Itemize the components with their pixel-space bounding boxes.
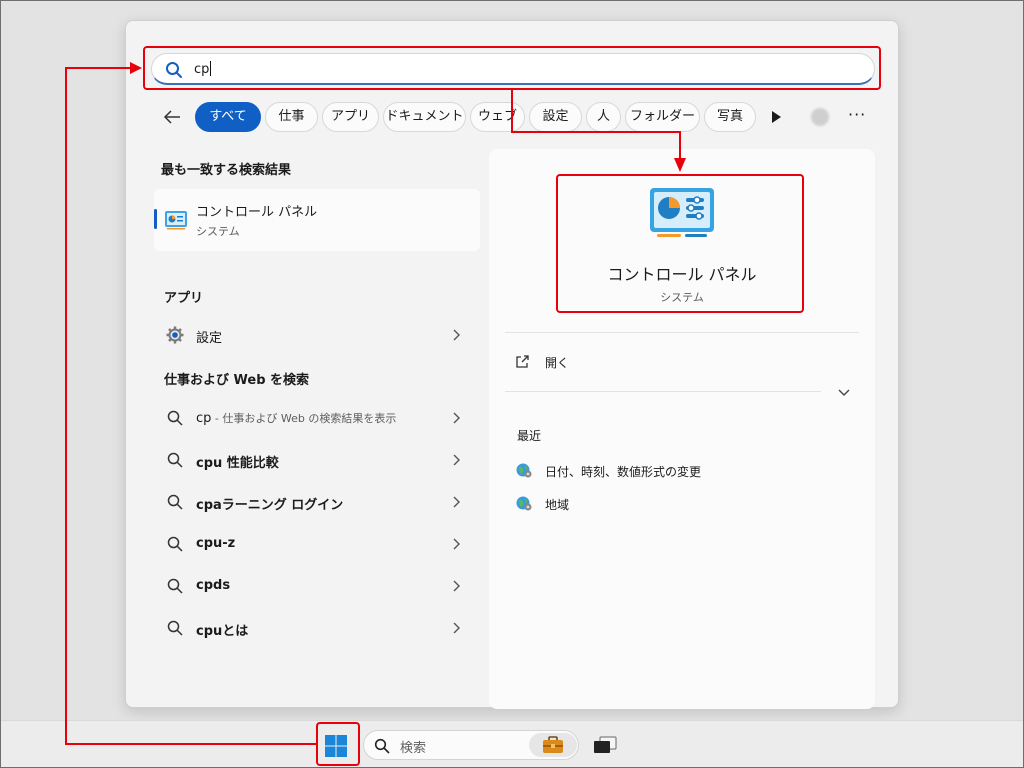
preview-subtitle: システム <box>660 291 704 304</box>
filter-web[interactable]: ウェブ <box>470 102 525 132</box>
filter-work[interactable]: 仕事 <box>265 102 318 132</box>
briefcase-icon <box>543 736 563 753</box>
start-search-panel: cp すべて 仕事 アプリ ドキュメント ウェブ 設定 人 フォルダー 写真 ·… <box>125 20 899 709</box>
preview-title: コントロール パネル <box>607 265 757 284</box>
taskbar: 検索 <box>0 720 1024 768</box>
search-highlight-pill <box>529 733 577 757</box>
control-panel-icon <box>650 188 714 237</box>
web-search-header: 仕事および Web を検索 <box>164 373 310 388</box>
web-result-label: cpuとは <box>196 624 249 639</box>
search-input[interactable]: cp <box>194 61 212 77</box>
region-globe-icon <box>516 496 532 511</box>
web-result-label: cpu-z <box>196 536 236 551</box>
chevron-right-icon <box>453 454 460 466</box>
text-caret <box>210 61 212 76</box>
search-icon <box>166 62 182 78</box>
recent-header: 最近 <box>517 429 542 443</box>
back-arrow-icon[interactable] <box>162 107 182 127</box>
control-panel-icon <box>165 211 187 230</box>
app-settings-label: 設定 <box>196 331 223 346</box>
best-match-subtitle: システム <box>196 225 240 238</box>
filter-bar: すべて 仕事 アプリ ドキュメント ウェブ 設定 人 フォルダー 写真 ··· <box>158 101 878 133</box>
search-icon <box>167 620 183 636</box>
chevron-right-icon <box>453 538 460 550</box>
web-result-label: cp - 仕事および Web の検索結果を表示 <box>196 411 397 426</box>
filter-photos[interactable]: 写真 <box>704 102 756 132</box>
search-icon <box>167 410 183 426</box>
web-result-2[interactable]: cpu 性能比較 <box>154 441 480 479</box>
web-result-5[interactable]: cpds <box>154 567 480 605</box>
search-icon <box>167 452 183 468</box>
filter-folders[interactable]: フォルダー <box>625 102 700 132</box>
open-external-icon <box>516 355 529 368</box>
web-result-1[interactable]: cp - 仕事および Web の検索結果を表示 <box>154 399 480 437</box>
filter-all[interactable]: すべて <box>195 102 261 132</box>
chevron-down-icon[interactable] <box>838 389 850 397</box>
web-result-label: cpaラーニング ログイン <box>196 498 344 513</box>
taskbar-search-placeholder: 検索 <box>400 741 427 756</box>
filter-settings[interactable]: 設定 <box>529 102 582 132</box>
chevron-right-icon <box>453 329 460 341</box>
search-icon <box>374 738 390 754</box>
recent-item-label: 地域 <box>545 498 570 512</box>
search-icon <box>167 494 183 510</box>
gear-icon <box>166 326 184 344</box>
task-view-icon[interactable] <box>593 736 617 754</box>
divider <box>505 332 859 333</box>
open-label: 開く <box>545 356 570 370</box>
chevron-right-icon <box>453 496 460 508</box>
search-icon <box>167 578 183 594</box>
divider <box>505 391 821 392</box>
region-globe-icon <box>516 463 532 478</box>
filter-apps[interactable]: アプリ <box>322 102 379 132</box>
chevron-right-icon <box>453 580 460 592</box>
more-icon[interactable]: ··· <box>848 105 866 124</box>
taskbar-search[interactable]: 検索 <box>363 730 579 760</box>
chevron-right-icon <box>453 622 460 634</box>
best-match-title: コントロール パネル <box>196 205 318 220</box>
filter-people[interactable]: 人 <box>586 102 621 132</box>
windows-start-icon[interactable] <box>325 735 347 757</box>
selection-indicator <box>154 209 157 229</box>
preview-pane: コントロール パネル システム 開く 最近 日付、時刻、数値形式の変更 地域 <box>489 149 875 709</box>
recent-item-label: 日付、時刻、数値形式の変更 <box>545 465 702 479</box>
apps-header: アプリ <box>164 291 204 306</box>
search-box[interactable]: cp <box>151 53 875 85</box>
filter-documents[interactable]: ドキュメント <box>383 102 466 132</box>
best-match-item[interactable]: コントロール パネル システム <box>154 189 480 251</box>
search-icon <box>167 536 183 552</box>
web-result-label: cpds <box>196 578 231 593</box>
web-result-label: cpu 性能比較 <box>196 456 279 471</box>
web-result-3[interactable]: cpaラーニング ログイン <box>154 483 480 521</box>
play-icon[interactable] <box>772 111 781 123</box>
web-result-4[interactable]: cpu-z <box>154 525 480 563</box>
chevron-right-icon <box>453 412 460 424</box>
app-settings[interactable]: 設定 <box>154 316 480 354</box>
web-result-6[interactable]: cpuとは <box>154 609 480 647</box>
best-match-header: 最も一致する検索結果 <box>161 163 292 178</box>
avatar[interactable] <box>811 108 829 126</box>
